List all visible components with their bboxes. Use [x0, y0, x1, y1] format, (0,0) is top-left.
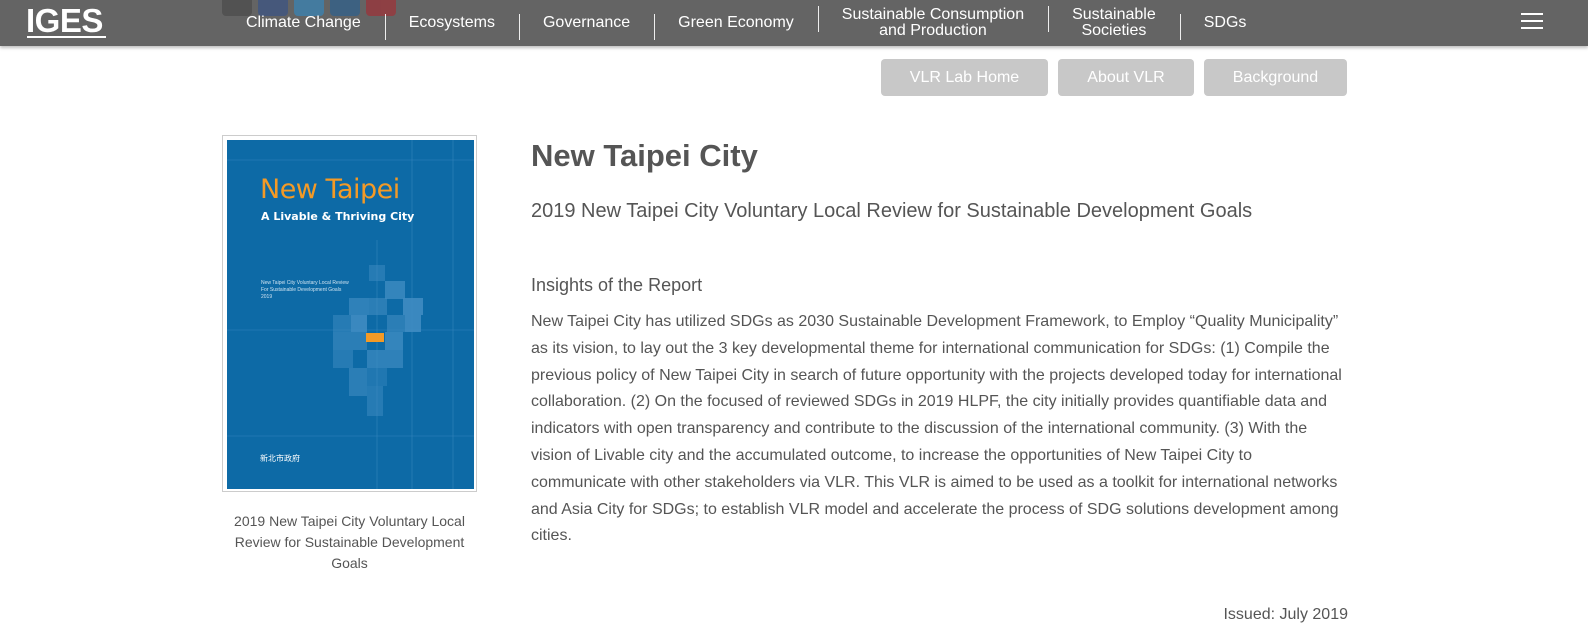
cover-small-text: New Taipei City Voluntary Local Review F… [261, 280, 349, 300]
top-navigation-bar: IGES Climate Change Ecosystems Governanc… [0, 0, 1588, 46]
logo-underline [27, 36, 106, 38]
nav-sustainable-consumption[interactable]: Sustainable Consumption and Production [817, 6, 1048, 39]
cover-artwork: New Taipei A Livable & Thriving City New… [227, 140, 474, 489]
issued-date: Issued: July 2019 [1223, 606, 1348, 623]
nav-ecosystems[interactable]: Ecosystems [384, 14, 519, 40]
nav-green-economy[interactable]: Green Economy [654, 14, 818, 40]
nav-sustainable-societies[interactable]: Sustainable Societies [1048, 6, 1180, 39]
cover-title: New Taipei [260, 174, 400, 205]
background-button[interactable]: Background [1204, 59, 1347, 96]
iges-logo[interactable]: IGES [26, 4, 103, 38]
section-heading-insights: Insights of the Report [531, 275, 703, 295]
report-description: New Taipei City has utilized SDGs as 203… [531, 313, 1342, 545]
cover-caption: 2019 New Taipei City Voluntary Local Rev… [234, 513, 465, 571]
cover-subtitle: A Livable & Thriving City [261, 210, 415, 223]
hamburger-icon[interactable] [1521, 13, 1543, 29]
page-title: New Taipei City [531, 138, 758, 173]
cover-publisher-seal: 新北市政府 [260, 454, 300, 463]
nav-governance[interactable]: Governance [518, 14, 654, 40]
nav-sdgs[interactable]: SDGs [1179, 14, 1271, 40]
vlr-lab-home-button[interactable]: VLR Lab Home [881, 59, 1048, 96]
nav-climate-change[interactable]: Climate Change [222, 15, 385, 31]
main-nav: Climate Change Ecosystems Governance Gre… [222, 0, 1270, 46]
about-vlr-button[interactable]: About VLR [1058, 59, 1194, 96]
vlr-subnav: VLR Lab Home About VLR Background [881, 59, 1347, 96]
report-cover-image[interactable]: New Taipei A Livable & Thriving City New… [222, 135, 477, 492]
report-subtitle: 2019 New Taipei City Voluntary Local Rev… [531, 200, 1253, 222]
